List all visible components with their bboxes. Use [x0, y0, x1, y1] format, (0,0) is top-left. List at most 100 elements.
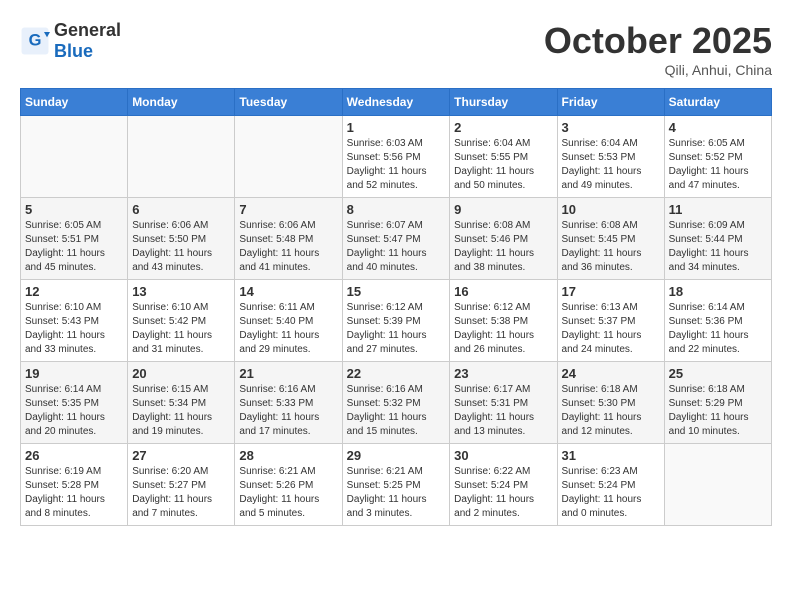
table-cell: [235, 116, 342, 198]
table-cell: 23Sunrise: 6:17 AM Sunset: 5:31 PM Dayli…: [450, 362, 557, 444]
col-thursday: Thursday: [450, 89, 557, 116]
day-info: Sunrise: 6:08 AM Sunset: 5:46 PM Dayligh…: [454, 219, 552, 275]
table-cell: 5Sunrise: 6:05 AM Sunset: 5:51 PM Daylig…: [21, 198, 128, 280]
day-number: 21: [239, 366, 337, 381]
day-info: Sunrise: 6:03 AM Sunset: 5:56 PM Dayligh…: [347, 137, 446, 193]
day-number: 18: [669, 284, 767, 299]
day-number: 24: [562, 366, 660, 381]
day-info: Sunrise: 6:18 AM Sunset: 5:30 PM Dayligh…: [562, 383, 660, 439]
svg-text:G: G: [29, 32, 42, 50]
title-block: October 2025 Qili, Anhui, China: [544, 20, 772, 78]
table-cell: 4 Sunrise: 6:05 AM Sunset: 5:52 PM Daylig…: [664, 116, 771, 198]
table-cell: 15 Sunrise: 6:12 AM Sunset: 5:39 PM Dayli…: [342, 280, 450, 362]
table-cell: 21 Sunrise: 6:16 AM Sunset: 5:33 PM Dayli…: [235, 362, 342, 444]
table-cell: 11 Sunrise: 6:09 AM Sunset: 5:44 PM Dayli…: [664, 198, 771, 280]
day-number: 9: [454, 202, 552, 217]
day-info: Sunrise: 6:18 AM Sunset: 5:29 PM Dayligh…: [669, 383, 767, 439]
table-cell: [21, 116, 128, 198]
day-number: 7: [239, 202, 337, 217]
logo: G General Blue: [20, 20, 121, 62]
day-number: 15: [347, 284, 446, 299]
table-cell: 7 Sunrise: 6:06 AM Sunset: 5:48 PM Daylig…: [235, 198, 342, 280]
day-info: Sunrise: 6:17 AM Sunset: 5:31 PM Dayligh…: [454, 383, 552, 439]
table-cell: 20 Sunrise: 6:15 AM Sunset: 5:34 PM Dayli…: [128, 362, 235, 444]
table-cell: 22 Sunrise: 6:16 AM Sunset: 5:32 PM Dayli…: [342, 362, 450, 444]
table-cell: 14Sunrise: 6:11 AM Sunset: 5:40 PM Dayli…: [235, 280, 342, 362]
logo-icon: G: [20, 26, 50, 56]
table-cell: 24 Sunrise: 6:18 AM Sunset: 5:30 PM Dayli…: [557, 362, 664, 444]
table-cell: 9 Sunrise: 6:08 AM Sunset: 5:46 PM Daylig…: [450, 198, 557, 280]
day-number: 12: [25, 284, 123, 299]
day-number: 20: [132, 366, 230, 381]
day-info: Sunrise: 6:10 AM Sunset: 5:42 PM Dayligh…: [132, 301, 230, 357]
table-cell: 2Sunrise: 6:04 AM Sunset: 5:55 PM Daylig…: [450, 116, 557, 198]
day-number: 30: [454, 448, 552, 463]
calendar-table: Sunday Monday Tuesday Wednesday Thursday…: [20, 88, 772, 526]
table-cell: 13Sunrise: 6:10 AM Sunset: 5:42 PM Dayli…: [128, 280, 235, 362]
table-cell: [128, 116, 235, 198]
day-number: 3: [562, 120, 660, 135]
day-number: 4: [669, 120, 767, 135]
day-info: Sunrise: 6:04 AM Sunset: 5:53 PM Dayligh…: [562, 137, 660, 193]
location: Qili, Anhui, China: [544, 62, 772, 78]
col-wednesday: Wednesday: [342, 89, 450, 116]
day-number: 6: [132, 202, 230, 217]
day-number: 27: [132, 448, 230, 463]
logo-general-text: General: [54, 20, 121, 40]
table-cell: 29 Sunrise: 6:21 AM Sunset: 5:25 PM Dayli…: [342, 444, 450, 526]
day-info: Sunrise: 6:16 AM Sunset: 5:32 PM Dayligh…: [347, 383, 446, 439]
week-row-1: 1 Sunrise: 6:03 AM Sunset: 5:56 PM Daylig…: [21, 116, 772, 198]
logo-blue-text: Blue: [54, 41, 93, 61]
day-number: 8: [347, 202, 446, 217]
day-info: Sunrise: 6:22 AM Sunset: 5:24 PM Dayligh…: [454, 465, 552, 521]
day-info: Sunrise: 6:14 AM Sunset: 5:35 PM Dayligh…: [25, 383, 123, 439]
day-info: Sunrise: 6:16 AM Sunset: 5:33 PM Dayligh…: [239, 383, 337, 439]
table-cell: 17 Sunrise: 6:13 AM Sunset: 5:37 PM Dayli…: [557, 280, 664, 362]
day-number: 29: [347, 448, 446, 463]
day-info: Sunrise: 6:12 AM Sunset: 5:38 PM Dayligh…: [454, 301, 552, 357]
col-sunday: Sunday: [21, 89, 128, 116]
day-info: Sunrise: 6:19 AM Sunset: 5:28 PM Dayligh…: [25, 465, 123, 521]
col-saturday: Saturday: [664, 89, 771, 116]
table-cell: 25Sunrise: 6:18 AM Sunset: 5:29 PM Dayli…: [664, 362, 771, 444]
day-info: Sunrise: 6:06 AM Sunset: 5:50 PM Dayligh…: [132, 219, 230, 275]
day-number: 26: [25, 448, 123, 463]
table-cell: [664, 444, 771, 526]
day-info: Sunrise: 6:05 AM Sunset: 5:52 PM Dayligh…: [669, 137, 767, 193]
day-number: 28: [239, 448, 337, 463]
day-info: Sunrise: 6:20 AM Sunset: 5:27 PM Dayligh…: [132, 465, 230, 521]
day-info: Sunrise: 6:07 AM Sunset: 5:47 PM Dayligh…: [347, 219, 446, 275]
week-row-4: 19 Sunrise: 6:14 AM Sunset: 5:35 PM Dayli…: [21, 362, 772, 444]
day-number: 22: [347, 366, 446, 381]
day-info: Sunrise: 6:13 AM Sunset: 5:37 PM Dayligh…: [562, 301, 660, 357]
day-info: Sunrise: 6:10 AM Sunset: 5:43 PM Dayligh…: [25, 301, 123, 357]
day-info: Sunrise: 6:15 AM Sunset: 5:34 PM Dayligh…: [132, 383, 230, 439]
day-info: Sunrise: 6:21 AM Sunset: 5:25 PM Dayligh…: [347, 465, 446, 521]
week-row-5: 26 Sunrise: 6:19 AM Sunset: 5:28 PM Dayli…: [21, 444, 772, 526]
table-cell: 27 Sunrise: 6:20 AM Sunset: 5:27 PM Dayli…: [128, 444, 235, 526]
col-friday: Friday: [557, 89, 664, 116]
day-number: 19: [25, 366, 123, 381]
day-info: Sunrise: 6:05 AM Sunset: 5:51 PM Dayligh…: [25, 219, 123, 275]
day-info: Sunrise: 6:09 AM Sunset: 5:44 PM Dayligh…: [669, 219, 767, 275]
table-cell: 3 Sunrise: 6:04 AM Sunset: 5:53 PM Daylig…: [557, 116, 664, 198]
day-info: Sunrise: 6:12 AM Sunset: 5:39 PM Dayligh…: [347, 301, 446, 357]
day-info: Sunrise: 6:06 AM Sunset: 5:48 PM Dayligh…: [239, 219, 337, 275]
day-info: Sunrise: 6:08 AM Sunset: 5:45 PM Dayligh…: [562, 219, 660, 275]
page-header: G General Blue October 2025 Qili, Anhui,…: [20, 20, 772, 78]
calendar-header-row: Sunday Monday Tuesday Wednesday Thursday…: [21, 89, 772, 116]
week-row-3: 12 Sunrise: 6:10 AM Sunset: 5:43 PM Dayli…: [21, 280, 772, 362]
table-cell: 28 Sunrise: 6:21 AM Sunset: 5:26 PM Dayli…: [235, 444, 342, 526]
day-number: 17: [562, 284, 660, 299]
table-cell: 8 Sunrise: 6:07 AM Sunset: 5:47 PM Daylig…: [342, 198, 450, 280]
day-info: Sunrise: 6:04 AM Sunset: 5:55 PM Dayligh…: [454, 137, 552, 193]
table-cell: 6 Sunrise: 6:06 AM Sunset: 5:50 PM Daylig…: [128, 198, 235, 280]
day-number: 10: [562, 202, 660, 217]
day-info: Sunrise: 6:23 AM Sunset: 5:24 PM Dayligh…: [562, 465, 660, 521]
day-info: Sunrise: 6:21 AM Sunset: 5:26 PM Dayligh…: [239, 465, 337, 521]
table-cell: 10 Sunrise: 6:08 AM Sunset: 5:45 PM Dayli…: [557, 198, 664, 280]
day-number: 1: [347, 120, 446, 135]
day-number: 11: [669, 202, 767, 217]
month-title: October 2025: [544, 20, 772, 62]
day-number: 14: [239, 284, 337, 299]
